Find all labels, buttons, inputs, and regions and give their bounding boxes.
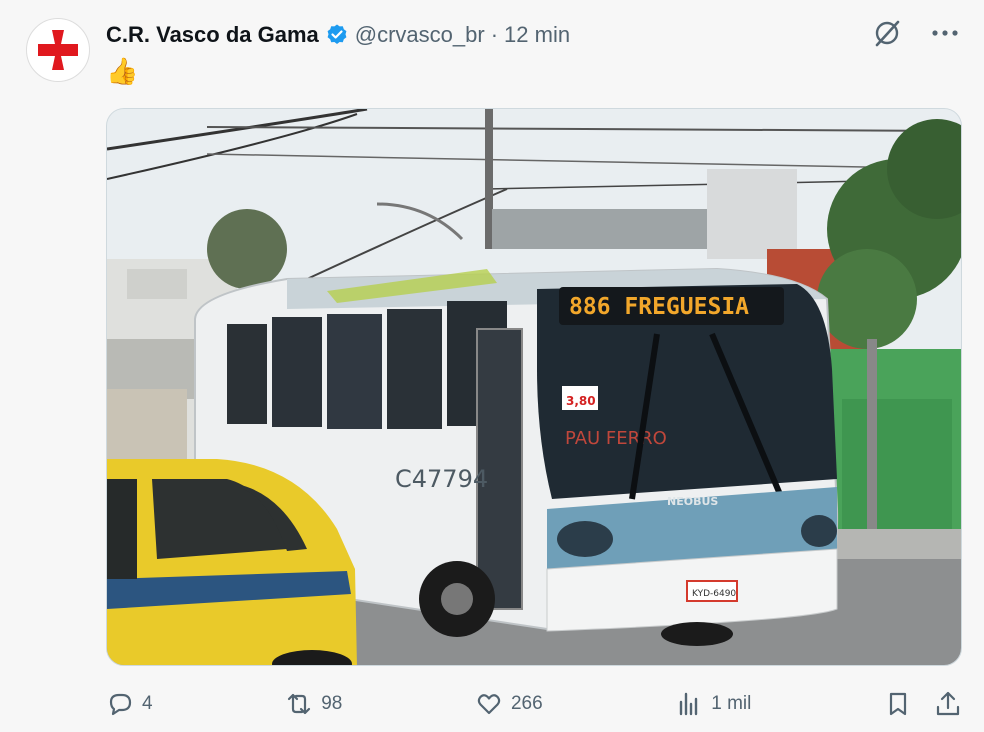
fare-sticker-text: 3,80 [566, 394, 596, 408]
retweet-icon [288, 693, 311, 715]
bookmark-button[interactable] [884, 690, 912, 718]
bus-plate: KYD-6490 [692, 589, 736, 599]
avatar[interactable] [26, 18, 90, 82]
grok-icon[interactable] [872, 18, 902, 48]
handle[interactable]: @crvasco_br [355, 22, 485, 48]
like-count: 266 [510, 693, 543, 714]
views-count: 1 mil [711, 693, 752, 714]
display-name[interactable]: C.R. Vasco da Gama [106, 22, 319, 48]
like-button[interactable]: 266 [475, 690, 543, 718]
share-button[interactable] [934, 690, 962, 718]
verified-badge-icon [325, 23, 349, 47]
reply-button[interactable]: 4 [106, 690, 153, 718]
bookmark-icon [889, 692, 907, 716]
tweet-image[interactable]: 886 FREGUESIA 3,80 PAU FERRO NEOBUS KYD-… [106, 108, 962, 666]
more-icon[interactable] [930, 18, 960, 48]
like-icon [477, 694, 501, 715]
bus-destination-sign: 886 FREGUESIA [569, 294, 749, 320]
separator: · [490, 22, 499, 47]
tweet-text: 👍 [106, 56, 139, 86]
action-bar: 4 98 266 1 mil [106, 686, 962, 722]
timestamp[interactable]: 12 min [504, 22, 570, 48]
retweet-button[interactable]: 98 [285, 690, 342, 718]
bus-brand-text: NEOBUS [667, 495, 718, 508]
views-button[interactable]: 1 mil [675, 690, 751, 718]
reply-count: 4 [142, 693, 153, 714]
reply-icon [109, 693, 132, 716]
views-icon [680, 692, 698, 716]
tweet-header: C.R. Vasco da Gama @crvasco_br · 12 min [106, 20, 570, 50]
share-icon [936, 691, 960, 716]
route-text: PAU FERRO [565, 428, 667, 449]
vasco-cross-icon [38, 30, 78, 70]
bus-number: C47794 [395, 465, 488, 493]
retweet-count: 98 [321, 693, 343, 714]
